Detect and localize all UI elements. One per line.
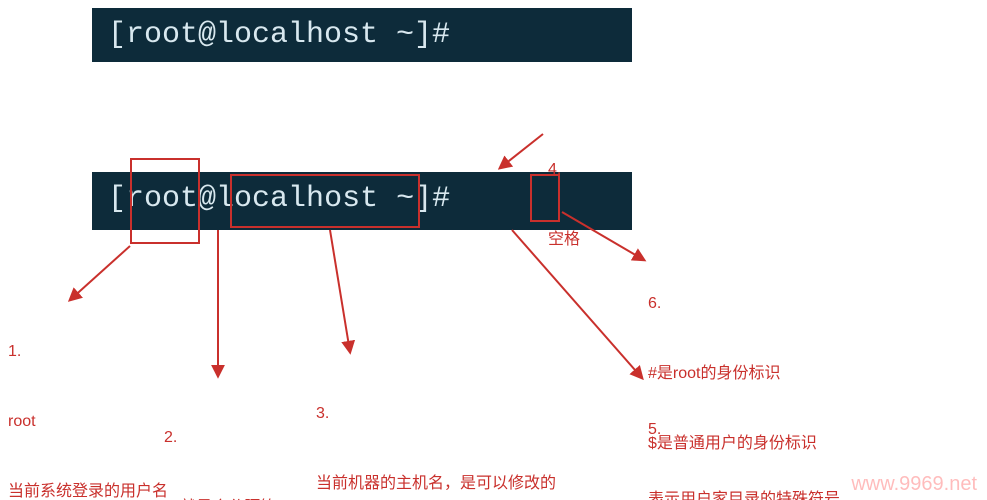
annotation-6-line1: #是root的身份标识 — [648, 362, 817, 385]
prompt-at: @ — [198, 182, 216, 216]
annotation-6-number: 6. — [648, 292, 817, 315]
annotation-2: 2. @就是个分隔符 — [164, 380, 276, 500]
annotation-4-line1: 空格 — [548, 228, 580, 251]
annotation-3: 3. 当前机器的主机名，是可以修改的 一眼就看出，这台机器什么作用 mysql0… — [316, 356, 556, 500]
annotation-3-line1: 当前机器的主机名，是可以修改的 — [316, 472, 556, 495]
annotation-2-line1: @就是个分隔符 — [164, 496, 276, 500]
annotation-3-number: 3. — [316, 402, 556, 425]
annotation-1: 1. root 当前系统登录的用户名 — [8, 294, 168, 500]
prompt-cwd: ~ — [396, 182, 414, 216]
terminal-prompt-top: [root@localhost ~]# — [92, 8, 632, 62]
annotation-1-number: 1. — [8, 340, 168, 363]
annotation-1-line1: root — [8, 410, 168, 433]
prompt-user: root — [126, 182, 198, 216]
annotation-2-number: 2. — [164, 426, 276, 449]
annotation-4-number: 4. — [548, 158, 580, 181]
watermark: www.9969.net — [851, 473, 977, 496]
prompt-hash: # — [432, 182, 450, 216]
annotation-1-line2: 当前系统登录的用户名 — [8, 480, 168, 500]
annotation-6-line2: $是普通用户的身份标识 — [648, 432, 817, 455]
annotation-4: 4. 空格 — [548, 112, 580, 298]
prompt-host: localhost — [216, 182, 378, 216]
annotation-6: 6. #是root的身份标识 $是普通用户的身份标识 — [648, 246, 817, 500]
